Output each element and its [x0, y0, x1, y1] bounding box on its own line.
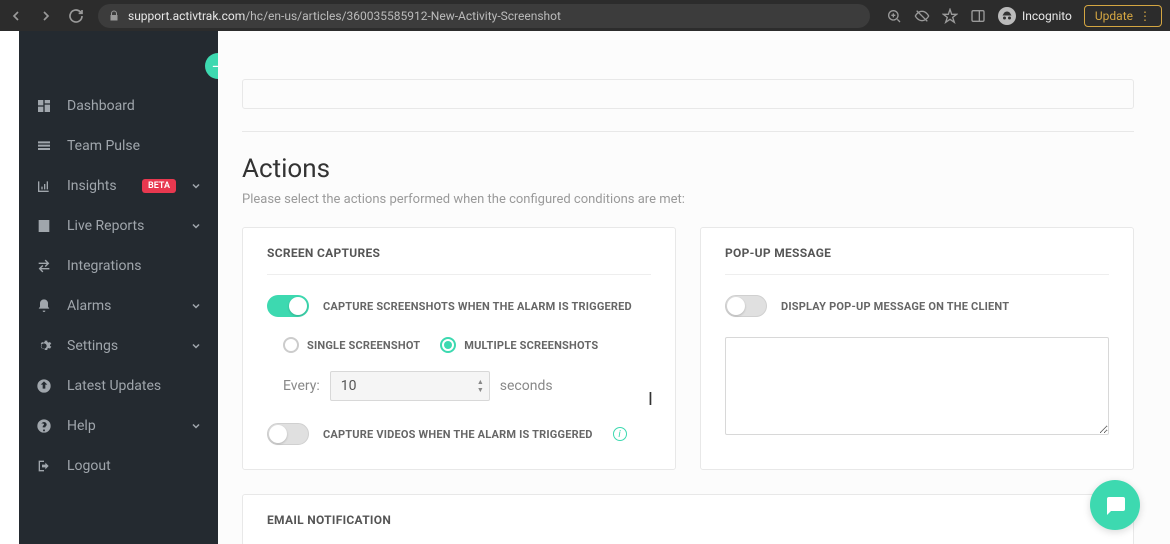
popup-toggle[interactable]	[725, 295, 767, 317]
radio-label: SINGLE SCREENSHOT	[307, 339, 420, 352]
back-button[interactable]	[8, 8, 24, 24]
nav-buttons	[8, 8, 84, 24]
sidebar-item-label: Live Reports	[67, 218, 176, 234]
main-content: Actions Please select the actions perfor…	[218, 31, 1170, 544]
sidebar-item-live-reports[interactable]: Live Reports	[19, 206, 218, 246]
screen-captures-card: SCREEN CAPTURES CAPTURE SCREENSHOTS WHEN…	[242, 227, 676, 470]
toggle-label: DISPLAY POP-UP MESSAGE ON THE CLIENT	[781, 300, 1009, 313]
sidebar-item-help[interactable]: Help	[19, 406, 218, 446]
lock-icon	[108, 10, 120, 22]
report-icon	[35, 217, 53, 235]
sidebar-item-logout[interactable]: Logout	[19, 446, 218, 486]
sidebar-item-label: Insights	[67, 178, 128, 194]
divider	[242, 131, 1134, 132]
sidebar-item-label: Integrations	[67, 258, 202, 274]
address-bar[interactable]: support.activtrak.com/hc/en-us/articles/…	[98, 4, 870, 28]
sidebar-item-label: Latest Updates	[67, 378, 202, 394]
sidebar-item-label: Alarms	[67, 298, 176, 314]
sidebar-item-team-pulse[interactable]: Team Pulse	[19, 126, 218, 166]
toggle-label: CAPTURE VIDEOS WHEN THE ALARM IS TRIGGER…	[323, 428, 593, 441]
updates-icon	[35, 377, 53, 395]
url-text: support.activtrak.com/hc/en-us/articles/…	[128, 9, 561, 23]
popup-message-card: POP-UP MESSAGE DISPLAY POP-UP MESSAGE ON…	[700, 227, 1134, 470]
card-header: SCREEN CAPTURES	[267, 246, 651, 275]
list-icon	[35, 137, 53, 155]
card-header: EMAIL NOTIFICATION	[267, 513, 1109, 527]
browser-chrome: support.activtrak.com/hc/en-us/articles/…	[0, 0, 1170, 31]
update-button[interactable]: Update⋮	[1084, 5, 1162, 27]
sidebar-item-dashboard[interactable]: Dashboard	[19, 86, 218, 126]
info-icon[interactable]: i	[613, 427, 627, 441]
card-header: POP-UP MESSAGE	[725, 246, 1109, 275]
multiple-screenshots-radio[interactable]: MULTIPLE SCREENSHOTS	[440, 337, 598, 353]
kebab-icon: ⋮	[1139, 9, 1151, 23]
chevron-down-icon	[190, 300, 202, 312]
sidebar-item-integrations[interactable]: Integrations	[19, 246, 218, 286]
incognito-badge: Incognito	[998, 7, 1072, 25]
sidebar-item-label: Dashboard	[67, 98, 202, 114]
bookmark-icon[interactable]	[942, 8, 958, 24]
gear-icon	[35, 337, 53, 355]
panel-icon[interactable]	[970, 8, 986, 24]
stepper-arrows[interactable]: ▲▼	[477, 378, 484, 394]
sidebar: — Dashboard Team Pulse Insights BETA Liv…	[19, 31, 218, 544]
chat-button[interactable]	[1090, 480, 1140, 530]
sidebar-item-label: Settings	[67, 338, 176, 354]
forward-button[interactable]	[38, 8, 54, 24]
beta-badge: BETA	[142, 179, 176, 193]
toggle-label: CAPTURE SCREENSHOTS WHEN THE ALARM IS TR…	[323, 300, 632, 313]
reload-button[interactable]	[68, 8, 84, 24]
radio-label: MULTIPLE SCREENSHOTS	[464, 339, 598, 352]
zoom-icon[interactable]	[886, 8, 902, 24]
placeholder-card	[242, 79, 1134, 109]
sidebar-item-label: Help	[67, 418, 176, 434]
dashboard-icon	[35, 97, 53, 115]
popup-message-textarea[interactable]	[725, 337, 1109, 435]
sidebar-item-latest-updates[interactable]: Latest Updates	[19, 366, 218, 406]
interval-input[interactable]	[330, 371, 490, 401]
tracking-icon[interactable]	[914, 8, 930, 24]
chevron-down-icon	[190, 420, 202, 432]
sidebar-item-label: Team Pulse	[67, 138, 202, 154]
chat-icon	[1103, 493, 1127, 517]
chevron-down-icon	[190, 180, 202, 192]
section-description: Please select the actions performed when…	[242, 192, 1170, 207]
email-notification-card: EMAIL NOTIFICATION	[242, 494, 1134, 544]
chevron-down-icon	[190, 220, 202, 232]
browser-right-icons: Incognito Update⋮	[886, 5, 1162, 27]
incognito-icon	[998, 7, 1016, 25]
chart-icon	[35, 177, 53, 195]
section-title: Actions	[242, 154, 1170, 184]
sidebar-item-label: Logout	[67, 458, 202, 474]
radio-icon	[283, 337, 299, 353]
sidebar-item-insights[interactable]: Insights BETA	[19, 166, 218, 206]
help-icon	[35, 417, 53, 435]
chevron-down-icon	[190, 340, 202, 352]
integrations-icon	[35, 257, 53, 275]
radio-icon	[440, 337, 456, 353]
every-label: Every:	[283, 378, 320, 394]
logout-icon	[35, 457, 53, 475]
capture-screenshots-toggle[interactable]	[267, 295, 309, 317]
sidebar-item-settings[interactable]: Settings	[19, 326, 218, 366]
unit-label: seconds	[500, 378, 553, 394]
single-screenshot-radio[interactable]: SINGLE SCREENSHOT	[283, 337, 420, 353]
bell-icon	[35, 297, 53, 315]
sidebar-item-alarms[interactable]: Alarms	[19, 286, 218, 326]
capture-videos-toggle[interactable]	[267, 423, 309, 445]
